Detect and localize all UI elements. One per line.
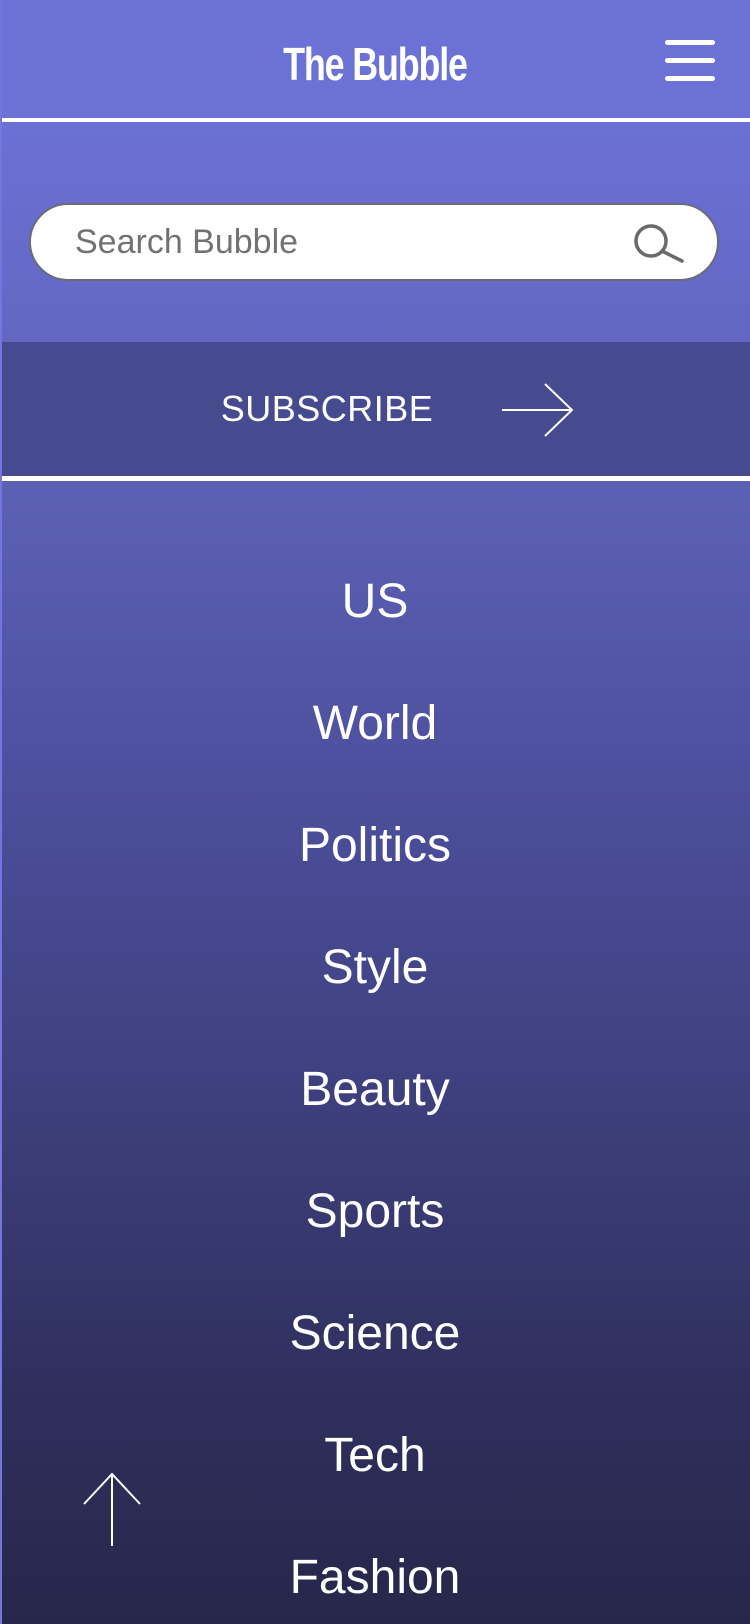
scroll-to-top-button[interactable] [80,1470,144,1548]
hamburger-menu-icon-bar [665,58,715,63]
search-box[interactable] [29,203,719,281]
subscribe-button[interactable]: SUBSCRIBE [0,342,750,476]
search-icon[interactable] [627,221,687,267]
nav-item-fashion[interactable]: Fashion [175,1538,575,1618]
section-nav: US World Politics Style Beauty Sports Sc… [0,481,750,1624]
search-section [0,122,750,342]
app-screen: The Bubble SUBSCRIBE [0,0,750,1624]
top-header: The Bubble [0,0,750,118]
subscribe-label: SUBSCRIBE [220,388,434,429]
nav-item-tech[interactable]: Tech [175,1416,575,1496]
menu-button[interactable] [660,36,716,86]
nav-item-beauty[interactable]: Beauty [175,1050,575,1130]
nav-item-us[interactable]: US [175,562,575,642]
search-input[interactable] [75,217,635,267]
arrow-up-icon [83,1472,141,1546]
hamburger-menu-icon [665,40,715,45]
nav-item-style[interactable]: Style [175,928,575,1008]
nav-item-politics[interactable]: Politics [175,806,575,886]
hamburger-menu-icon-bar [665,76,715,81]
left-edge-line [0,0,2,1624]
arrow-right-icon [500,382,576,438]
site-title[interactable]: The Bubble [83,32,668,96]
nav-item-science[interactable]: Science [175,1294,575,1374]
nav-item-world[interactable]: World [175,684,575,764]
nav-item-sports[interactable]: Sports [175,1172,575,1252]
